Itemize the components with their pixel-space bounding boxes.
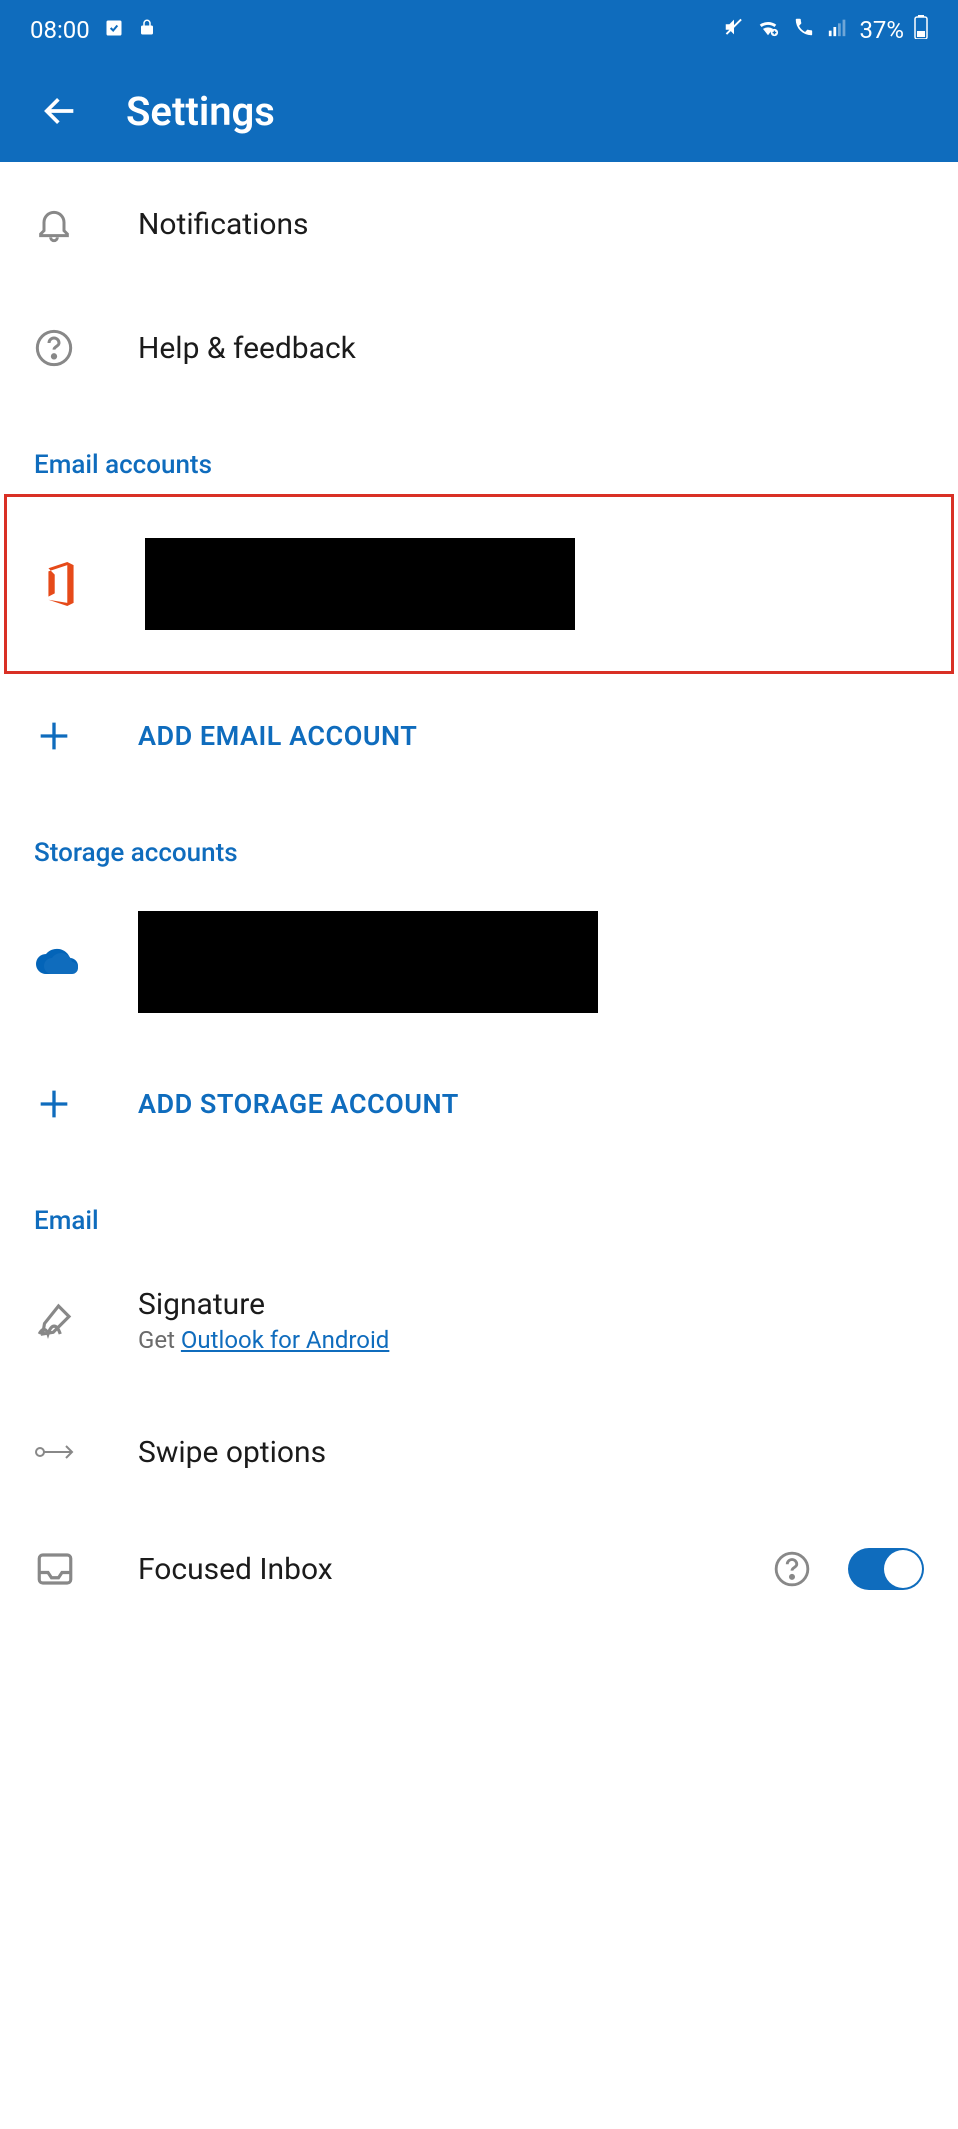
status-bar: 08:00 37% <box>0 0 958 60</box>
checkbox-icon <box>104 16 124 44</box>
bell-icon <box>34 204 138 244</box>
focused-inbox-toggle[interactable] <box>848 1548 924 1590</box>
app-bar: Settings <box>0 60 958 162</box>
signal-icon <box>827 16 849 44</box>
inbox-icon <box>34 1548 138 1590</box>
page-title: Settings <box>126 88 275 135</box>
storage-account-redacted <box>138 911 598 1013</box>
help-icon[interactable] <box>772 1549 812 1589</box>
signature-sub: Get Outlook for Android <box>138 1326 389 1354</box>
signature-icon <box>34 1299 138 1341</box>
add-email-account-row[interactable]: ADD EMAIL ACCOUNT <box>0 674 958 798</box>
status-battery: 37% <box>859 16 904 44</box>
section-email-accounts: Email accounts <box>0 410 958 494</box>
help-feedback-label: Help & feedback <box>138 331 356 366</box>
back-button[interactable] <box>30 81 90 141</box>
signature-row[interactable]: Signature Get Outlook for Android <box>0 1250 958 1390</box>
add-storage-account-row[interactable]: ADD STORAGE ACCOUNT <box>0 1042 958 1166</box>
help-feedback-row[interactable]: Help & feedback <box>0 286 958 410</box>
onedrive-icon <box>34 946 138 978</box>
signature-label: Signature <box>138 1287 389 1322</box>
swipe-icon <box>34 1437 138 1467</box>
wifi-icon <box>755 16 781 44</box>
lock-icon <box>138 16 156 44</box>
focused-inbox-label: Focused Inbox <box>138 1552 333 1587</box>
notifications-label: Notifications <box>138 207 309 242</box>
notifications-row[interactable]: Notifications <box>0 162 958 286</box>
plus-icon <box>34 716 138 756</box>
add-email-label: ADD EMAIL ACCOUNT <box>138 720 417 752</box>
status-time: 08:00 <box>30 16 90 44</box>
swipe-options-row[interactable]: Swipe options <box>0 1390 958 1514</box>
storage-account-row[interactable] <box>0 882 958 1042</box>
add-storage-label: ADD STORAGE ACCOUNT <box>138 1088 459 1120</box>
section-email: Email <box>0 1166 958 1250</box>
battery-icon <box>914 15 928 45</box>
help-icon <box>34 328 138 368</box>
focused-inbox-row[interactable]: Focused Inbox <box>0 1514 958 1624</box>
email-account-row[interactable] <box>4 494 954 674</box>
plus-icon <box>34 1084 138 1124</box>
call-wifi-icon <box>791 16 817 44</box>
swipe-options-label: Swipe options <box>138 1435 326 1470</box>
mute-icon <box>723 16 745 44</box>
outlook-android-link[interactable]: Outlook for Android <box>181 1326 389 1354</box>
office-icon <box>41 562 145 606</box>
section-storage-accounts: Storage accounts <box>0 798 958 882</box>
email-account-redacted <box>145 538 575 630</box>
